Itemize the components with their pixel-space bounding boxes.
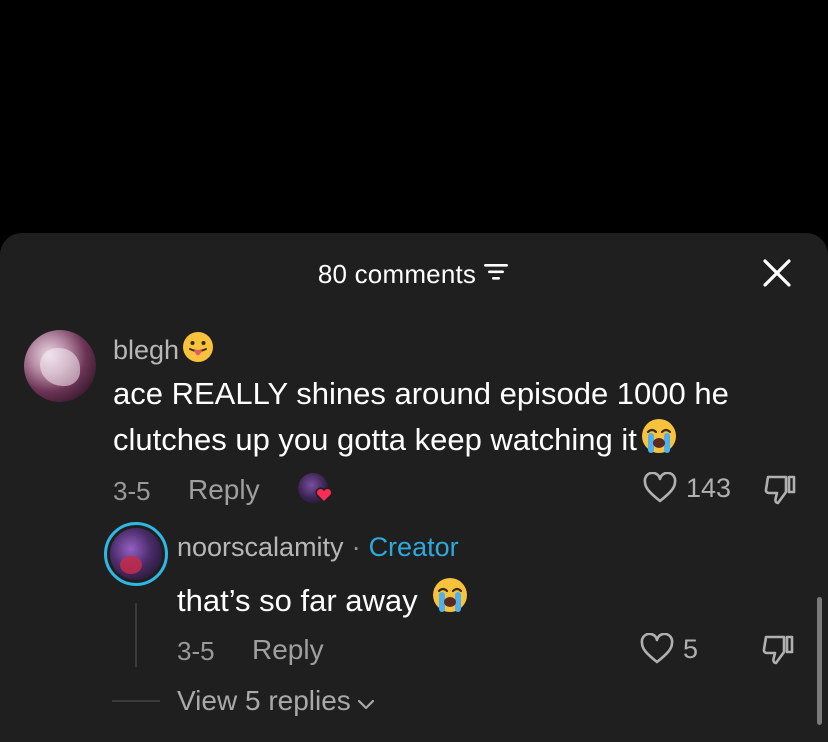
creator-avatar[interactable] bbox=[104, 522, 168, 586]
comment-body: ace REALLY shines around episode 1000 he… bbox=[113, 376, 729, 458]
view-replies-divider bbox=[112, 700, 160, 702]
comment-like-count: 143 bbox=[686, 472, 732, 503]
view-replies-button[interactable]: View 5 replies bbox=[177, 685, 375, 717]
comment-username[interactable]: blegh bbox=[113, 330, 215, 371]
comments-title[interactable]: 80 comments bbox=[0, 259, 828, 292]
comments-header: 80 comments bbox=[0, 255, 828, 291]
reply-date: 3-5 bbox=[177, 636, 215, 666]
heart-icon[interactable] bbox=[639, 633, 675, 665]
scrollbar[interactable] bbox=[817, 597, 822, 725]
comment-text: ace REALLY shines around episode 1000 he… bbox=[113, 372, 803, 468]
creator-avatar-image bbox=[110, 528, 162, 580]
heart-icon[interactable] bbox=[642, 472, 678, 504]
comment-like-button[interactable]: 143 bbox=[642, 472, 731, 504]
loudly-crying-emoji-icon bbox=[639, 416, 679, 468]
close-button[interactable] bbox=[759, 255, 795, 291]
thumbs-down-icon[interactable] bbox=[760, 633, 796, 667]
chevron-down-icon bbox=[357, 685, 375, 717]
tongue-face-emoji-icon bbox=[181, 330, 215, 371]
reply-reply-button[interactable]: Reply bbox=[252, 634, 324, 666]
reply-like-count: 5 bbox=[683, 633, 699, 664]
thread-line bbox=[135, 603, 137, 667]
commenter-avatar[interactable] bbox=[24, 330, 96, 402]
liked-by-creator-badge bbox=[298, 473, 334, 507]
loudly-crying-emoji-icon bbox=[430, 575, 470, 627]
comments-sheet: 80 comments blegh ace REALLY shines arou… bbox=[0, 233, 828, 742]
username-separator: · bbox=[351, 532, 361, 562]
comment-reply-button[interactable]: Reply bbox=[188, 474, 260, 506]
reply-username: noorscalamity bbox=[177, 532, 344, 562]
comment-date: 3-5 bbox=[113, 476, 151, 506]
view-replies-label: View 5 replies bbox=[177, 685, 351, 716]
thumbs-down-icon[interactable] bbox=[762, 473, 798, 507]
reply-dislike-button[interactable] bbox=[760, 633, 796, 672]
reply-like-button[interactable]: 5 bbox=[639, 633, 698, 665]
comments-count-label: 80 comments bbox=[317, 259, 477, 289]
comment-username-text: blegh bbox=[113, 335, 180, 365]
reply-body: that’s so far away bbox=[177, 583, 418, 618]
reply-text: that’s so far away bbox=[177, 575, 470, 627]
heart-filled-icon bbox=[315, 487, 333, 508]
creator-badge: Creator bbox=[368, 532, 459, 562]
comment-dislike-button[interactable] bbox=[762, 473, 798, 512]
filter-icon[interactable] bbox=[482, 259, 510, 290]
reply-username-row[interactable]: noorscalamity · Creator bbox=[177, 532, 459, 563]
close-icon[interactable] bbox=[759, 255, 795, 291]
